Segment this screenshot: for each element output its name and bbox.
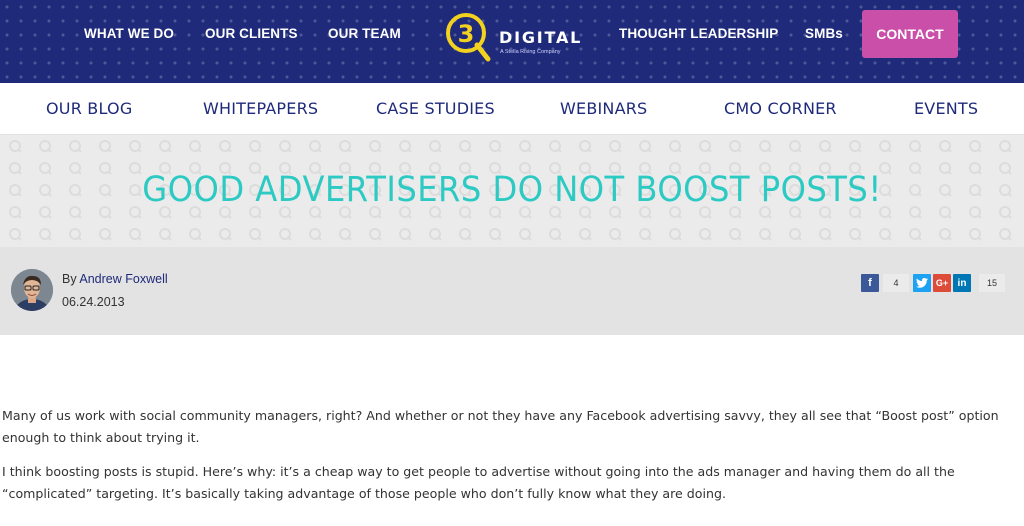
facebook-share-icon[interactable]: f bbox=[861, 274, 879, 292]
twitter-bird-icon bbox=[916, 278, 928, 288]
article-body: Many of us work with social community ma… bbox=[2, 405, 1014, 517]
linkedin-share-icon[interactable]: in bbox=[953, 274, 971, 292]
author-name-link[interactable]: Andrew Foxwell bbox=[79, 272, 167, 286]
facebook-share-count: 4 bbox=[883, 274, 909, 292]
byline-prefix: By bbox=[62, 272, 77, 286]
post-date: 06.24.2013 bbox=[62, 295, 125, 309]
byline: By Andrew Foxwell bbox=[62, 272, 168, 287]
subnav-case-studies[interactable]: CASE STUDIES bbox=[376, 99, 495, 119]
subnav-webinars[interactable]: WEBINARS bbox=[560, 99, 647, 119]
post-hero: GOOD ADVERTISERS DO NOT BOOST POSTS! bbox=[0, 135, 1024, 247]
subnav-cmo-corner[interactable]: CMO CORNER bbox=[724, 99, 837, 119]
article-paragraph: Many of us work with social community ma… bbox=[2, 408, 999, 445]
logo-mark-icon: 3 bbox=[446, 13, 491, 62]
author-bar: By Andrew Foxwell 06.24.2013 f 4 G+ in 1… bbox=[0, 247, 1024, 335]
article-paragraph: I think boosting posts is stupid. Here’s… bbox=[2, 464, 955, 501]
contact-button[interactable]: CONTACT bbox=[862, 10, 958, 58]
nav-thought-leadership[interactable]: THOUGHT LEADERSHIP bbox=[619, 25, 778, 43]
subnav-whitepapers[interactable]: WHITEPAPERS bbox=[203, 99, 318, 119]
logo-mark-text: 3 bbox=[458, 20, 475, 48]
googleplus-share-icon[interactable]: G+ bbox=[933, 274, 951, 292]
subnav-events[interactable]: EVENTS bbox=[914, 99, 978, 119]
top-navigation: WHAT WE DO OUR CLIENTS OUR TEAM 3 DIGITA… bbox=[0, 0, 1024, 83]
nav-smbs[interactable]: SMBs bbox=[805, 25, 843, 43]
nav-our-clients[interactable]: OUR CLIENTS bbox=[205, 25, 298, 43]
post-title: GOOD ADVERTISERS DO NOT BOOST POSTS! bbox=[142, 170, 882, 210]
author-avatar-portrait bbox=[11, 269, 53, 311]
author-avatar[interactable] bbox=[11, 269, 53, 311]
linkedin-share-count: 15 bbox=[979, 274, 1005, 292]
site-logo[interactable]: 3 DIGITAL A Stella Rising Company bbox=[444, 9, 584, 69]
nav-our-team[interactable]: OUR TEAM bbox=[328, 25, 401, 43]
logo-tagline: A Stella Rising Company bbox=[500, 49, 561, 55]
logo-wordmark: DIGITAL bbox=[499, 28, 583, 47]
twitter-share-icon[interactable] bbox=[913, 274, 931, 292]
blog-subnavigation: OUR BLOG WHITEPAPERS CASE STUDIES WEBINA… bbox=[0, 83, 1024, 135]
nav-what-we-do[interactable]: WHAT WE DO bbox=[84, 25, 174, 43]
subnav-our-blog[interactable]: OUR BLOG bbox=[46, 99, 132, 119]
